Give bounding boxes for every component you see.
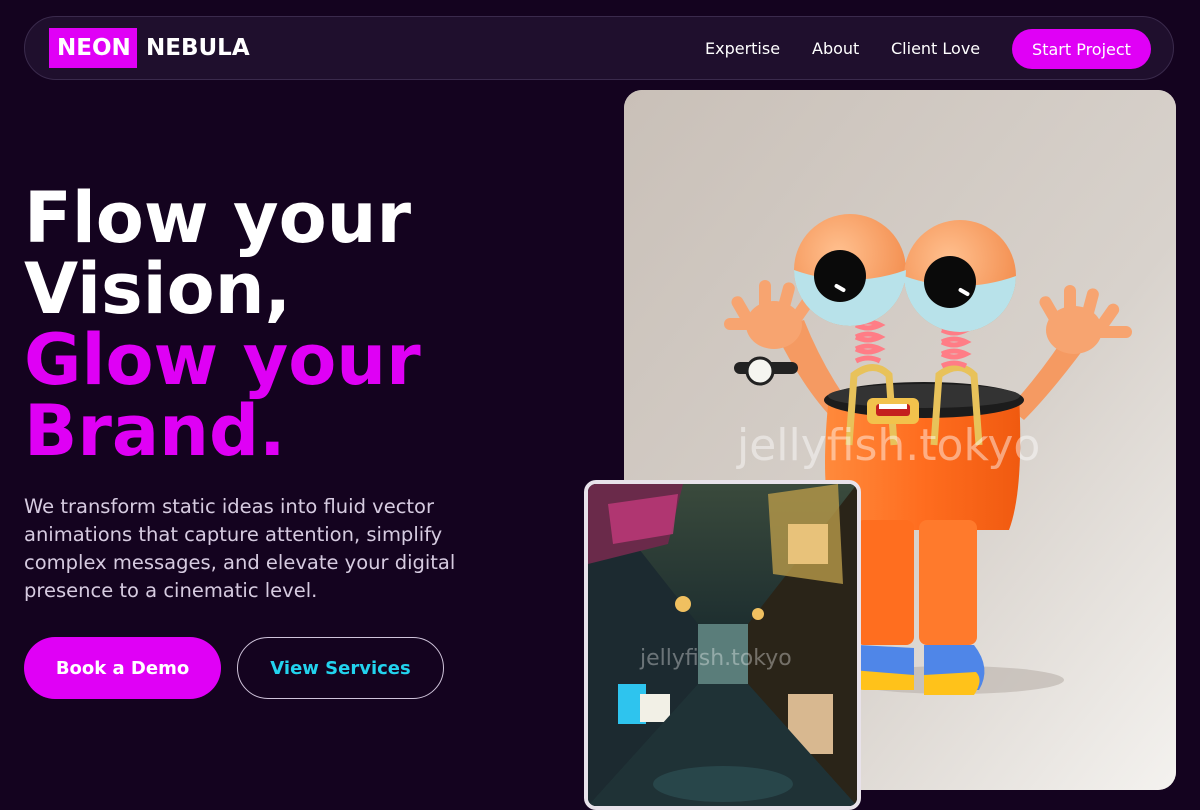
start-project-button[interactable]: Start Project — [1012, 29, 1151, 69]
nav-link-about[interactable]: About — [812, 39, 859, 58]
alley-illustration — [588, 484, 857, 806]
logo-highlight: NEON — [49, 28, 137, 68]
hero-heading-line: Vision, — [24, 248, 292, 330]
hero-description: We transform static ideas into fluid vec… — [24, 495, 456, 602]
hero-heading-highlight: Brand. — [24, 390, 286, 472]
image-watermark: jellyfish.tokyo — [737, 420, 1041, 471]
logo-text: NEBULA — [146, 35, 250, 61]
hero-heading-highlight: Glow your — [24, 319, 421, 401]
view-services-button[interactable]: View Services — [237, 637, 444, 699]
alley-photo-card: jellyfish.tokyo — [584, 480, 861, 810]
brand-logo[interactable]: NEON NEBULA — [49, 28, 250, 68]
top-navbar: NEON NEBULA Expertise About Client Love … — [24, 16, 1174, 80]
book-demo-button[interactable]: Book a Demo — [24, 637, 221, 699]
hero-heading: Flow your Vision, Glow your Brand. — [24, 183, 421, 467]
alley-watermark: jellyfish.tokyo — [640, 646, 792, 671]
nav-link-expertise[interactable]: Expertise — [705, 39, 780, 58]
nav-link-client-love[interactable]: Client Love — [891, 39, 980, 58]
hero-heading-line: Flow your — [24, 177, 412, 259]
